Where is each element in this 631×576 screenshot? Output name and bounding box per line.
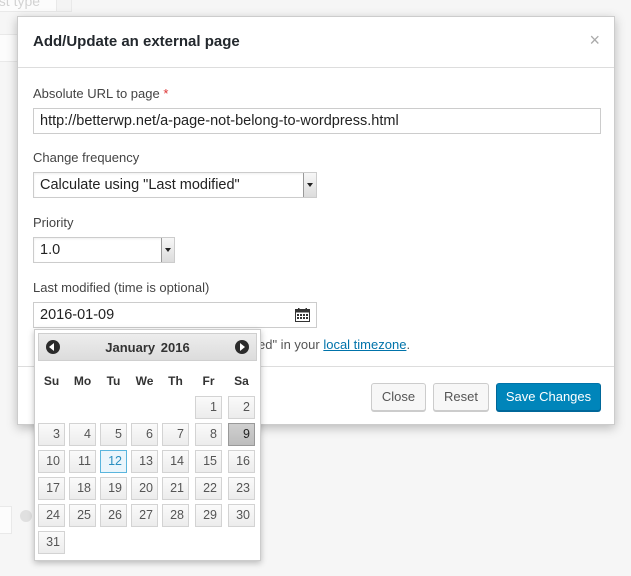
calendar-day[interactable]: 26	[100, 504, 127, 527]
dialog-header: Add/Update an external page ×	[18, 17, 614, 68]
calendar-day[interactable]: 16	[228, 450, 255, 473]
calendar-day[interactable]: 8	[195, 423, 222, 446]
frequency-select[interactable]: Calculate using "Last modified"	[33, 172, 317, 198]
calendar-day[interactable]: 18	[69, 477, 96, 500]
calendar-day[interactable]: 3	[38, 423, 65, 446]
url-label: Absolute URL to page *	[33, 86, 168, 101]
calendar-day[interactable]: 21	[162, 477, 189, 500]
reset-button[interactable]: Reset	[433, 383, 489, 411]
chevron-down-icon	[161, 238, 174, 262]
url-label-text: Absolute URL to page	[33, 86, 160, 101]
chevron-down-icon	[303, 173, 316, 197]
calendar-day[interactable]: 9	[228, 423, 255, 446]
calendar-day[interactable]: 27	[131, 504, 158, 527]
calendar-day[interactable]: 7	[162, 423, 189, 446]
required-mark: *	[163, 86, 169, 101]
weekday-header: Sa	[234, 374, 249, 388]
priority-select[interactable]: 1.0	[33, 237, 175, 263]
datepicker-year: 2016	[160, 340, 190, 355]
calendar-day[interactable]: 2	[228, 396, 255, 419]
datepicker-title: January 2016	[39, 340, 256, 355]
calendar-day[interactable]: 29	[195, 504, 222, 527]
calendar-day[interactable]: 20	[131, 477, 158, 500]
calendar-day[interactable]: 6	[131, 423, 158, 446]
datepicker-header: January 2016	[38, 333, 257, 361]
timezone-hint-suffix: .	[406, 337, 411, 352]
timezone-hint: ed" in your local timezone.	[258, 337, 410, 352]
last-modified-value: 2016-01-09	[40, 307, 115, 323]
calendar-day[interactable]: 19	[100, 477, 127, 500]
timezone-hint-prefix: ed" in your	[258, 337, 324, 352]
calendar-day[interactable]: 22	[195, 477, 222, 500]
weekday-header: Th	[168, 374, 183, 388]
calendar-day[interactable]: 5	[100, 423, 127, 446]
datepicker: January 2016 Su Mo Tu We Th Fr Sa 1 2 3 4 5 6 7 8 9 10 11…	[34, 329, 261, 561]
calendar-day[interactable]: 25	[69, 504, 96, 527]
calendar-day[interactable]: 17	[38, 477, 65, 500]
calendar-day[interactable]: 30	[228, 504, 255, 527]
priority-selected: 1.0	[40, 242, 61, 258]
arrow-right-icon[interactable]	[235, 340, 249, 354]
calendar-day[interactable]: 11	[69, 450, 96, 473]
local-timezone-link[interactable]: local timezone	[323, 337, 406, 352]
calendar-day[interactable]: 23	[228, 477, 255, 500]
weekday-header: Mo	[73, 374, 92, 388]
calendar-day[interactable]: 28	[162, 504, 189, 527]
save-changes-button[interactable]: Save Changes	[496, 383, 601, 411]
weekday-header: Fr	[202, 374, 215, 388]
dialog-title: Add/Update an external page	[33, 33, 240, 50]
calendar-day[interactable]: 24	[38, 504, 65, 527]
last-modified-label: Last modified (time is optional)	[33, 280, 210, 295]
weekday-header: We	[135, 374, 154, 388]
close-button[interactable]: Close	[371, 383, 426, 411]
calendar-day[interactable]: 31	[38, 531, 65, 554]
url-input[interactable]: http://betterwp.net/a-page-not-belong-to…	[33, 108, 601, 134]
calendar-day[interactable]: 10	[38, 450, 65, 473]
calendar-day[interactable]: 14	[162, 450, 189, 473]
weekday-header: Tu	[106, 374, 121, 388]
weekday-header: Su	[43, 374, 60, 388]
url-input-value: http://betterwp.net/a-page-not-belong-to…	[40, 113, 399, 129]
frequency-selected: Calculate using "Last modified"	[40, 177, 240, 193]
datepicker-month: January	[105, 340, 156, 355]
priority-label: Priority	[33, 215, 74, 230]
calendar-day[interactable]: 13	[131, 450, 158, 473]
last-modified-input[interactable]: 2016-01-09	[33, 302, 317, 328]
calendar-icon[interactable]	[295, 308, 310, 322]
calendar-day[interactable]: 4	[69, 423, 96, 446]
calendar-day[interactable]: 15	[195, 450, 222, 473]
calendar-day[interactable]: 1	[195, 396, 222, 419]
calendar-day[interactable]: 12	[100, 450, 127, 473]
close-icon[interactable]: ×	[589, 31, 600, 49]
frequency-label: Change frequency	[33, 150, 140, 165]
